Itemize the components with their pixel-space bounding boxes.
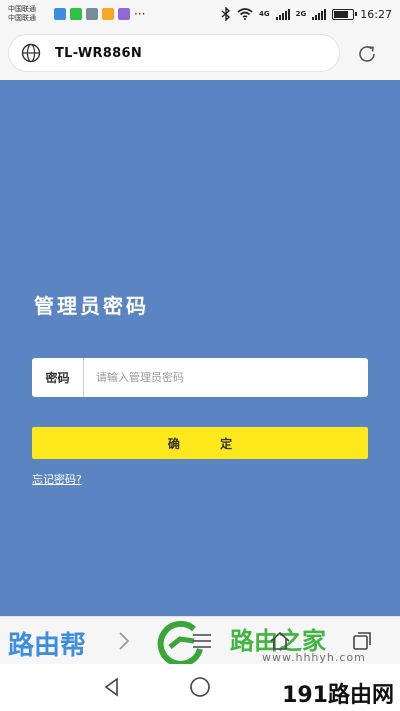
signal-icon-1 (275, 8, 290, 20)
menu-icon[interactable] (190, 629, 214, 653)
battery-fill (334, 10, 349, 18)
app-icon-purple (118, 8, 130, 20)
page-title: 管理员密码 (34, 294, 149, 318)
wifi-icon (237, 8, 253, 20)
app-icon-orange (102, 8, 114, 20)
tabs-icon[interactable] (350, 629, 374, 653)
image-icon (86, 8, 98, 20)
watermark-right: 191路由网 (256, 674, 400, 711)
watermark-left: 路由帮 (8, 631, 87, 661)
signal-icon-2 (312, 8, 327, 20)
password-label: 密码 (32, 358, 84, 397)
refresh-icon[interactable] (356, 43, 378, 65)
url-text[interactable]: TL-WR886N (55, 46, 142, 61)
forgot-password-link[interactable]: 忘记密码? (32, 471, 82, 487)
clock: 16:27 (360, 7, 392, 21)
back-icon[interactable] (100, 675, 124, 699)
network-type-1: 4G (259, 10, 270, 18)
forward-icon[interactable] (112, 629, 136, 653)
status-bar: 中国联通 中国联通 ··· 4G 2G 16:27 (0, 0, 400, 28)
home-circle-icon[interactable] (188, 675, 212, 699)
notification-icons (54, 8, 130, 20)
wechat-icon (70, 8, 82, 20)
password-field-group: 密码 (32, 358, 368, 397)
home-icon[interactable] (268, 629, 292, 653)
more-notifications: ··· (134, 7, 146, 21)
globe-icon (21, 43, 41, 63)
app-icon-blue (54, 8, 66, 20)
carrier-1: 中国联通 (8, 5, 36, 13)
address-bar[interactable]: TL-WR886N (8, 34, 340, 72)
network-type-2: 2G (295, 10, 307, 18)
carrier-2: 中国联通 (8, 14, 36, 22)
carrier-labels: 中国联通 中国联通 (8, 5, 50, 23)
browser-address-area: TL-WR886N (0, 28, 400, 80)
confirm-button[interactable]: 确 定 (32, 427, 368, 459)
bluetooth-icon (221, 7, 231, 21)
browser-toolbar: 路由帮 路由之家 www.hhhyh.com (0, 616, 400, 665)
battery-icon (332, 8, 358, 20)
status-right: 4G 2G 16:27 (221, 7, 392, 21)
page-content: 管理员密码 密码 确 定 忘记密码? (0, 80, 400, 616)
password-input[interactable] (84, 358, 368, 397)
